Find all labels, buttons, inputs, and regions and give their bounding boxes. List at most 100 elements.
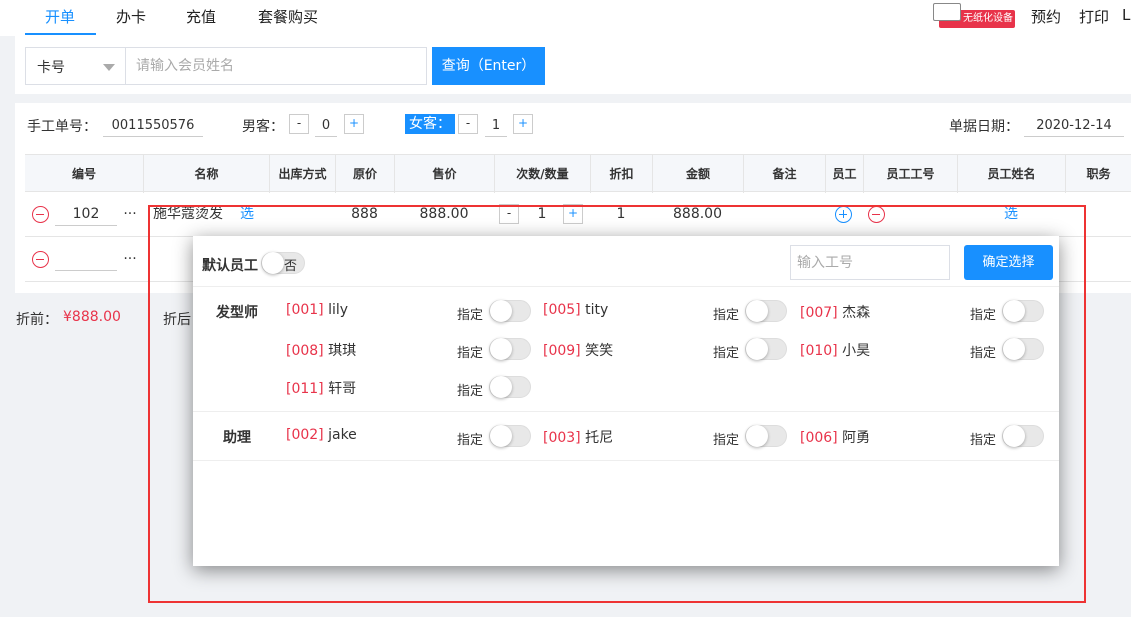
assign-toggle[interactable] bbox=[489, 376, 531, 398]
staff-item[interactable]: [007] 杰森 bbox=[800, 302, 870, 322]
col-original-price: 原价 bbox=[335, 155, 394, 193]
assign-label: 指定 bbox=[713, 308, 740, 323]
assign-toggle[interactable] bbox=[489, 300, 531, 322]
toggle-knob bbox=[490, 338, 512, 360]
search-type-value: 卡号 bbox=[37, 60, 65, 76]
staff-select-link[interactable]: 选 bbox=[957, 192, 1065, 237]
table-row: 102 ... 施华蔻烫发 选 888 888.00 - 1 + 1 888.0… bbox=[25, 192, 1131, 237]
male-plus-button[interactable]: + bbox=[344, 114, 364, 134]
col-remark: 备注 bbox=[743, 155, 825, 193]
item-code-input[interactable] bbox=[55, 247, 117, 271]
toggle-knob bbox=[1003, 300, 1025, 322]
tab-recharge[interactable]: 充值 bbox=[186, 6, 216, 27]
before-discount-value: ¥888.00 bbox=[63, 309, 121, 325]
qty-minus-button[interactable]: - bbox=[499, 204, 519, 224]
discount-value[interactable]: 1 bbox=[590, 192, 652, 237]
male-minus-button[interactable]: - bbox=[289, 114, 309, 134]
confirm-select-button[interactable]: 确定选择 bbox=[964, 245, 1053, 280]
col-staff: 员工 bbox=[825, 155, 863, 193]
print-link[interactable]: 打印 bbox=[1079, 6, 1109, 27]
assign-label: 指定 bbox=[713, 433, 740, 448]
toggle-knob bbox=[746, 300, 768, 322]
item-select-link[interactable]: 选 bbox=[237, 192, 257, 237]
assign-toggle[interactable] bbox=[745, 300, 787, 322]
staff-item[interactable]: [011] 轩哥 bbox=[286, 378, 356, 398]
staff-code-input[interactable] bbox=[790, 245, 950, 280]
staff-select-popup: 默认员工 否 确定选择 发型师 [001] lily 指定 [005] tity… bbox=[193, 236, 1059, 566]
more-button[interactable]: ... bbox=[120, 233, 140, 278]
after-discount-label: 折后 bbox=[163, 312, 191, 328]
default-staff-toggle[interactable]: 否 bbox=[261, 252, 305, 274]
query-button[interactable]: 查询（Enter） bbox=[432, 47, 545, 85]
assign-toggle[interactable] bbox=[745, 338, 787, 360]
sale-price[interactable]: 888.00 bbox=[394, 192, 494, 237]
assign-toggle[interactable] bbox=[489, 338, 531, 360]
assistant-section: 助理 [002] jake 指定 [003] 托尼 指定 [006] 阿勇 指定 bbox=[193, 412, 1059, 461]
col-stock-method: 出库方式 bbox=[269, 155, 335, 193]
truncated-link[interactable]: L bbox=[1122, 6, 1130, 24]
remove-staff-icon[interactable] bbox=[868, 206, 885, 223]
staff-item[interactable]: [010] 小昊 bbox=[800, 340, 870, 360]
remove-row-icon[interactable] bbox=[32, 251, 49, 268]
female-label: 女客： bbox=[405, 114, 455, 134]
col-amount: 金额 bbox=[652, 155, 743, 193]
assign-label: 指定 bbox=[457, 346, 484, 361]
amount-value: 888.00 bbox=[673, 206, 722, 222]
male-label: 男客： bbox=[242, 119, 284, 135]
female-minus-button[interactable]: - bbox=[458, 114, 478, 134]
col-discount: 折扣 bbox=[590, 155, 652, 193]
table-header: 编号 名称 出库方式 原价 售价 次数/数量 折扣 金额 备注 员工 员工工号 … bbox=[25, 154, 1131, 193]
date-field[interactable]: 2020-12-14 bbox=[1024, 115, 1124, 137]
appointment-link[interactable]: 预约 bbox=[1031, 6, 1061, 27]
col-name: 名称 bbox=[143, 155, 269, 193]
toggle-knob bbox=[1003, 425, 1025, 447]
default-staff-toggle-text: 否 bbox=[284, 259, 298, 274]
staff-item[interactable]: [001] lily bbox=[286, 302, 348, 318]
search-type-select[interactable]: 卡号 bbox=[25, 47, 126, 85]
item-code-input[interactable]: 102 bbox=[55, 202, 117, 226]
female-count-field[interactable]: 1 bbox=[485, 115, 507, 137]
manual-no-field[interactable]: 0011550576 bbox=[103, 115, 203, 137]
section-title: 助理 bbox=[223, 430, 251, 446]
male-count-field[interactable]: 0 bbox=[315, 115, 337, 137]
col-price: 售价 bbox=[394, 155, 494, 193]
caret-down-icon bbox=[103, 64, 115, 71]
col-quantity: 次数/数量 bbox=[494, 155, 590, 193]
staff-item[interactable]: [002] jake bbox=[286, 427, 357, 443]
assign-toggle[interactable] bbox=[1002, 425, 1044, 447]
before-discount-label: 折前： bbox=[16, 312, 58, 328]
more-button[interactable]: ... bbox=[120, 188, 140, 233]
add-staff-icon[interactable] bbox=[835, 206, 852, 223]
member-name-input[interactable] bbox=[125, 47, 427, 85]
tab-card[interactable]: 办卡 bbox=[116, 6, 146, 27]
toggle-knob bbox=[746, 425, 768, 447]
qty-plus-button[interactable]: + bbox=[563, 204, 583, 224]
female-plus-button[interactable]: + bbox=[513, 114, 533, 134]
member-search-bar: 卡号 查询（Enter） bbox=[15, 36, 1131, 94]
default-staff-label: 默认员工 bbox=[202, 258, 258, 274]
popup-header: 默认员工 否 确定选择 bbox=[193, 236, 1059, 287]
tab-open-order[interactable]: 开单 bbox=[45, 6, 75, 27]
staff-item[interactable]: [003] 托尼 bbox=[543, 427, 613, 447]
paperless-device-button[interactable]: 无纸化设备 bbox=[933, 3, 1016, 28]
assign-toggle[interactable] bbox=[489, 425, 531, 447]
staff-item[interactable]: [009] 笑笑 bbox=[543, 340, 613, 360]
remove-row-icon[interactable] bbox=[32, 206, 49, 223]
item-name: 施华蔻烫发 bbox=[153, 206, 223, 222]
col-staff-code: 员工工号 bbox=[863, 155, 957, 193]
assign-toggle[interactable] bbox=[1002, 338, 1044, 360]
qty-value[interactable]: 1 bbox=[525, 192, 559, 237]
tab-package[interactable]: 套餐购买 bbox=[258, 6, 318, 27]
col-staff-name: 员工姓名 bbox=[957, 155, 1065, 193]
toggle-knob bbox=[490, 425, 512, 447]
assign-toggle[interactable] bbox=[1002, 300, 1044, 322]
toggle-knob bbox=[746, 338, 768, 360]
staff-item[interactable]: [005] tity bbox=[543, 302, 608, 318]
section-title: 发型师 bbox=[216, 305, 258, 321]
assign-label: 指定 bbox=[457, 384, 484, 399]
assign-toggle[interactable] bbox=[745, 425, 787, 447]
toggle-knob bbox=[490, 300, 512, 322]
staff-item[interactable]: [008] 琪琪 bbox=[286, 340, 356, 360]
assign-label: 指定 bbox=[970, 433, 997, 448]
staff-item[interactable]: [006] 阿勇 bbox=[800, 427, 870, 447]
